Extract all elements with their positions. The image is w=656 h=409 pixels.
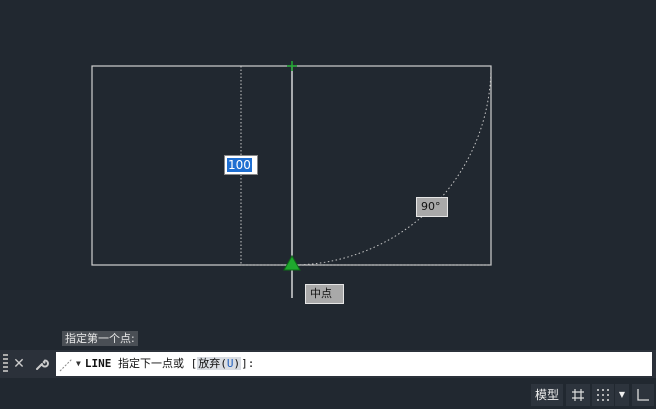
model-tab[interactable]: 模型 bbox=[531, 384, 563, 406]
undo-option[interactable]: 放弃(U) bbox=[197, 357, 242, 370]
command-line-grip[interactable] bbox=[3, 354, 8, 374]
grid-icon[interactable] bbox=[566, 384, 590, 406]
status-bar: 模型 ▼ bbox=[0, 380, 656, 409]
undo-option-label: 放弃 bbox=[198, 357, 221, 370]
command-line: ✕ ▼ LINE 指定下一点或 [放弃(U)]: bbox=[0, 350, 656, 378]
ortho-icon[interactable] bbox=[632, 384, 654, 406]
line-command-icon[interactable] bbox=[56, 352, 76, 376]
recent-commands-dropdown-icon[interactable]: ▼ bbox=[76, 352, 81, 376]
angle-arc bbox=[291, 65, 492, 266]
dimension-input[interactable]: 100 bbox=[224, 155, 258, 175]
midpoint-snap-icon bbox=[283, 254, 301, 271]
command-history-line: 指定第一个点: bbox=[62, 331, 138, 346]
snap-mode-icon[interactable] bbox=[592, 384, 614, 406]
command-input[interactable]: ▼ LINE 指定下一点或 [放弃(U)]: bbox=[56, 352, 652, 376]
snap-dropdown-icon[interactable]: ▼ bbox=[615, 384, 629, 406]
grid-symbol bbox=[572, 389, 584, 401]
wrench-icon bbox=[36, 359, 49, 370]
close-icon[interactable]: ✕ bbox=[9, 353, 29, 375]
angle-tooltip: 90° bbox=[416, 197, 448, 217]
dimension-value: 100 bbox=[227, 158, 252, 172]
line-tool-icon bbox=[59, 358, 73, 372]
undo-option-key: U bbox=[226, 357, 234, 370]
command-prompt: 指定下一点或 [ bbox=[111, 357, 198, 370]
snap-dots-symbol bbox=[597, 389, 609, 401]
snap-tooltip: 中点 bbox=[305, 284, 344, 304]
customize-wrench-icon[interactable] bbox=[32, 353, 52, 375]
ortho-symbol bbox=[637, 389, 649, 401]
command-name: LINE bbox=[84, 357, 112, 370]
command-prompt-tail: ]: bbox=[241, 357, 255, 370]
drawing-canvas[interactable]: 100 90° 中点 bbox=[0, 0, 656, 345]
endpoint-marker bbox=[287, 61, 297, 71]
